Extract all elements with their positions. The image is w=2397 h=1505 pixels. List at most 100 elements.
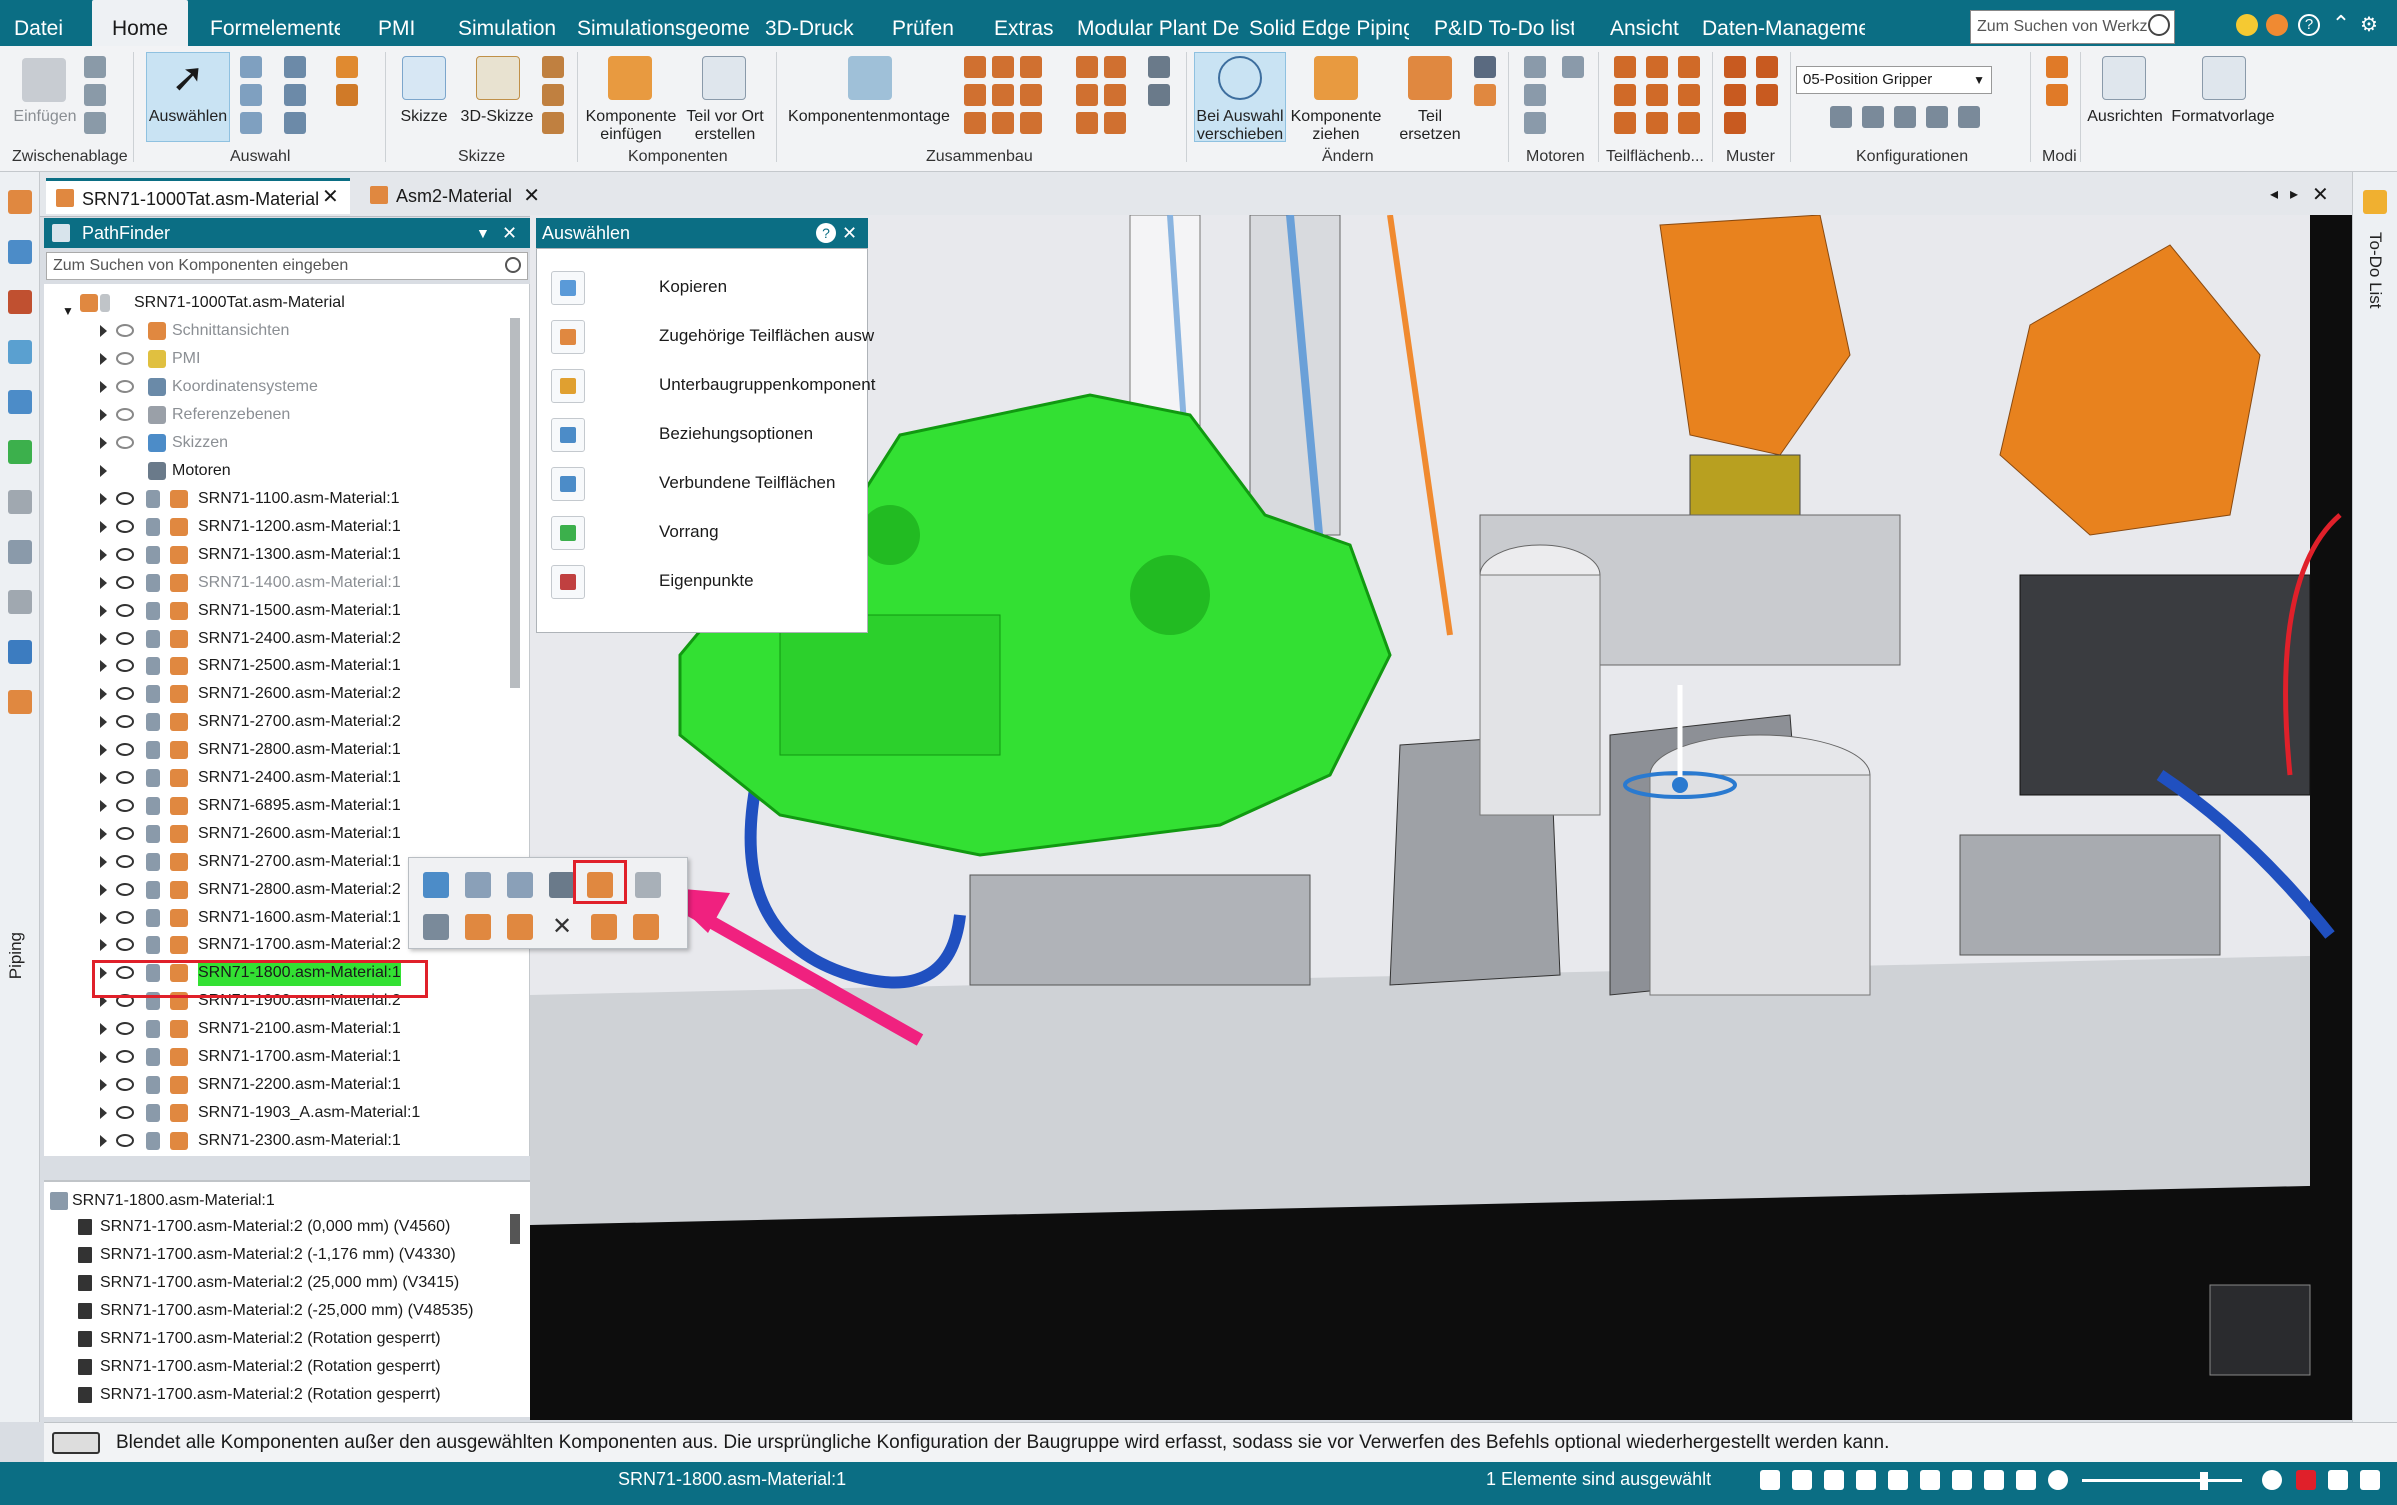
tree-item[interactable]: SRN71-2500.asm-Material:1 <box>44 653 524 679</box>
mirror-icon[interactable] <box>1756 56 1778 78</box>
view-fit-icon[interactable] <box>1760 1470 1780 1490</box>
expand-arrow-icon[interactable] <box>100 409 107 421</box>
face-offset-icon[interactable] <box>1614 84 1636 106</box>
tree-item[interactable]: SRN71-2800.asm-Material:1 <box>44 737 524 763</box>
tools-icon[interactable] <box>8 290 32 314</box>
select-mode-icon[interactable] <box>284 56 306 78</box>
sketch-tool-icon[interactable] <box>542 56 564 78</box>
expand-arrow-icon[interactable] <box>100 381 107 393</box>
tree-group-schnittansichten[interactable]: Schnittansichten <box>44 318 524 344</box>
pattern-tool-icon[interactable] <box>1724 112 1746 134</box>
close-icon[interactable]: ✕ <box>502 218 517 248</box>
tree-item[interactable]: SRN71-2600.asm-Material:2 <box>44 681 524 707</box>
tree-item[interactable]: SRN71-6895.asm-Material:1 <box>44 793 524 819</box>
select-group-icon[interactable] <box>336 56 358 78</box>
duplicate-icon[interactable] <box>1756 84 1778 106</box>
minimize-ribbon-icon[interactable]: ⌃ <box>2330 13 2352 36</box>
record-icon[interactable] <box>2296 1470 2316 1490</box>
tree-item[interactable]: SRN71-1700.asm-Material:1 <box>44 1044 524 1070</box>
menu-datei[interactable]: Datei <box>14 0 74 46</box>
visibility-icon[interactable] <box>116 798 134 812</box>
assemble-angle-icon[interactable] <box>1020 56 1042 78</box>
relationship-list-icon[interactable] <box>1148 56 1170 78</box>
assemble-gear-icon[interactable] <box>1076 56 1098 78</box>
relationship-options-icon[interactable] <box>1148 84 1170 106</box>
assemble-tangent-icon[interactable] <box>992 112 1014 134</box>
transparency-icon[interactable] <box>507 914 533 940</box>
search-icon[interactable] <box>2148 14 2170 36</box>
zoom-area-icon[interactable] <box>1824 1470 1844 1490</box>
visibility-icon[interactable] <box>116 826 134 840</box>
face-resize-icon[interactable] <box>1678 84 1700 106</box>
menu-simulation[interactable]: Simulation <box>458 0 558 46</box>
visibility-icon[interactable] <box>116 575 134 589</box>
tree-item[interactable]: SRN71-1100.asm-Material:1 <box>44 486 524 512</box>
properties-icon[interactable] <box>633 914 659 940</box>
sketch-tool-icon[interactable] <box>542 84 564 106</box>
visibility-icon[interactable] <box>116 1105 134 1119</box>
feature-icon[interactable] <box>8 490 32 514</box>
hide-icon[interactable] <box>423 914 449 940</box>
mode-icon[interactable] <box>2046 84 2068 106</box>
tree-item[interactable]: SRN71-2600.asm-Material:1 <box>44 821 524 847</box>
piping-icon[interactable] <box>8 690 32 714</box>
style-button[interactable]: Formatvorlage <box>2170 108 2276 126</box>
replace-icon[interactable] <box>591 914 617 940</box>
select-window-icon[interactable] <box>240 84 262 106</box>
tab-asm2[interactable]: Asm2-Material ✕ <box>360 178 548 214</box>
delete-icon[interactable]: ✕ <box>549 914 575 940</box>
modify-tool-icon[interactable] <box>1474 84 1496 106</box>
assemble-insert-icon[interactable] <box>1020 84 1042 106</box>
select-priority-icon[interactable] <box>284 84 306 106</box>
assemble-axial-icon[interactable] <box>964 84 986 106</box>
zoom-slider-track[interactable] <box>2082 1479 2242 1482</box>
expand-arrow-icon[interactable] <box>100 520 107 533</box>
rotate-icon[interactable] <box>1888 1470 1908 1490</box>
expand-arrow-icon[interactable] <box>100 1134 107 1147</box>
relationship-scrollbar[interactable] <box>510 1214 520 1244</box>
command-search-input[interactable]: Zum Suchen von Werkz <box>1970 10 2175 44</box>
face-tool-icon[interactable] <box>1614 112 1636 134</box>
tree-group-skizzen[interactable]: Skizzen <box>44 430 524 456</box>
isolate-icon[interactable] <box>465 914 491 940</box>
visibility-icon[interactable] <box>116 603 134 617</box>
options-icon[interactable]: ⚙ <box>2358 14 2380 36</box>
tree-group-koordinatensysteme[interactable]: Koordinatensysteme <box>44 374 524 400</box>
face-tool-icon[interactable] <box>1646 112 1668 134</box>
expand-arrow-icon[interactable] <box>100 493 107 505</box>
config-tool-icon[interactable] <box>1862 106 1884 128</box>
views-icon[interactable] <box>8 340 32 364</box>
mode-icon[interactable] <box>2046 56 2068 78</box>
tree-group-referenzebenen[interactable]: Referenzebenen <box>44 402 524 428</box>
select-option[interactable]: Zugehörige Teilflächen ausw <box>537 312 874 360</box>
tree-group-motoren[interactable]: Motoren <box>44 458 524 484</box>
visibility-icon[interactable] <box>116 715 134 729</box>
assemble-ground-icon[interactable] <box>1076 112 1098 134</box>
visibility-off-icon[interactable] <box>116 380 134 393</box>
config-tool-icon[interactable] <box>1830 106 1852 128</box>
motor-options-icon[interactable] <box>1524 112 1546 134</box>
expand-arrow-icon[interactable] <box>100 939 107 952</box>
expand-arrow-icon[interactable] <box>100 1023 107 1036</box>
piping-tab-label[interactable]: Piping <box>6 932 26 979</box>
search-icon[interactable] <box>505 257 521 273</box>
visibility-icon[interactable] <box>116 519 134 533</box>
visibility-icon[interactable] <box>116 1022 134 1036</box>
menu-modular-plant[interactable]: Modular Plant Des <box>1077 0 1240 46</box>
menu-pid-todo[interactable]: P&ID To-Do list <box>1434 0 1574 46</box>
scroll-tabs-right-icon[interactable]: ▸ <box>2290 184 2298 204</box>
visibility-off-icon[interactable] <box>116 324 134 337</box>
family-icon[interactable] <box>8 390 32 414</box>
select-option[interactable]: Eigenpunkte <box>537 557 867 605</box>
tree-item[interactable]: SRN71-2700.asm-Material:2 <box>44 709 524 735</box>
visibility-icon[interactable] <box>116 854 134 868</box>
todo-icon[interactable] <box>2363 190 2387 214</box>
align-button[interactable]: Ausrichten <box>2084 108 2166 126</box>
monitor-icon[interactable] <box>8 640 32 664</box>
spin-icon[interactable] <box>1920 1470 1940 1490</box>
pattern-icon[interactable] <box>1724 56 1746 78</box>
copy-icon[interactable] <box>84 84 106 106</box>
select-option[interactable]: Beziehungsoptionen <box>537 410 867 458</box>
expand-arrow-icon[interactable] <box>100 437 107 449</box>
menu-simulationsgeometrie[interactable]: Simulationsgeome <box>577 0 749 46</box>
